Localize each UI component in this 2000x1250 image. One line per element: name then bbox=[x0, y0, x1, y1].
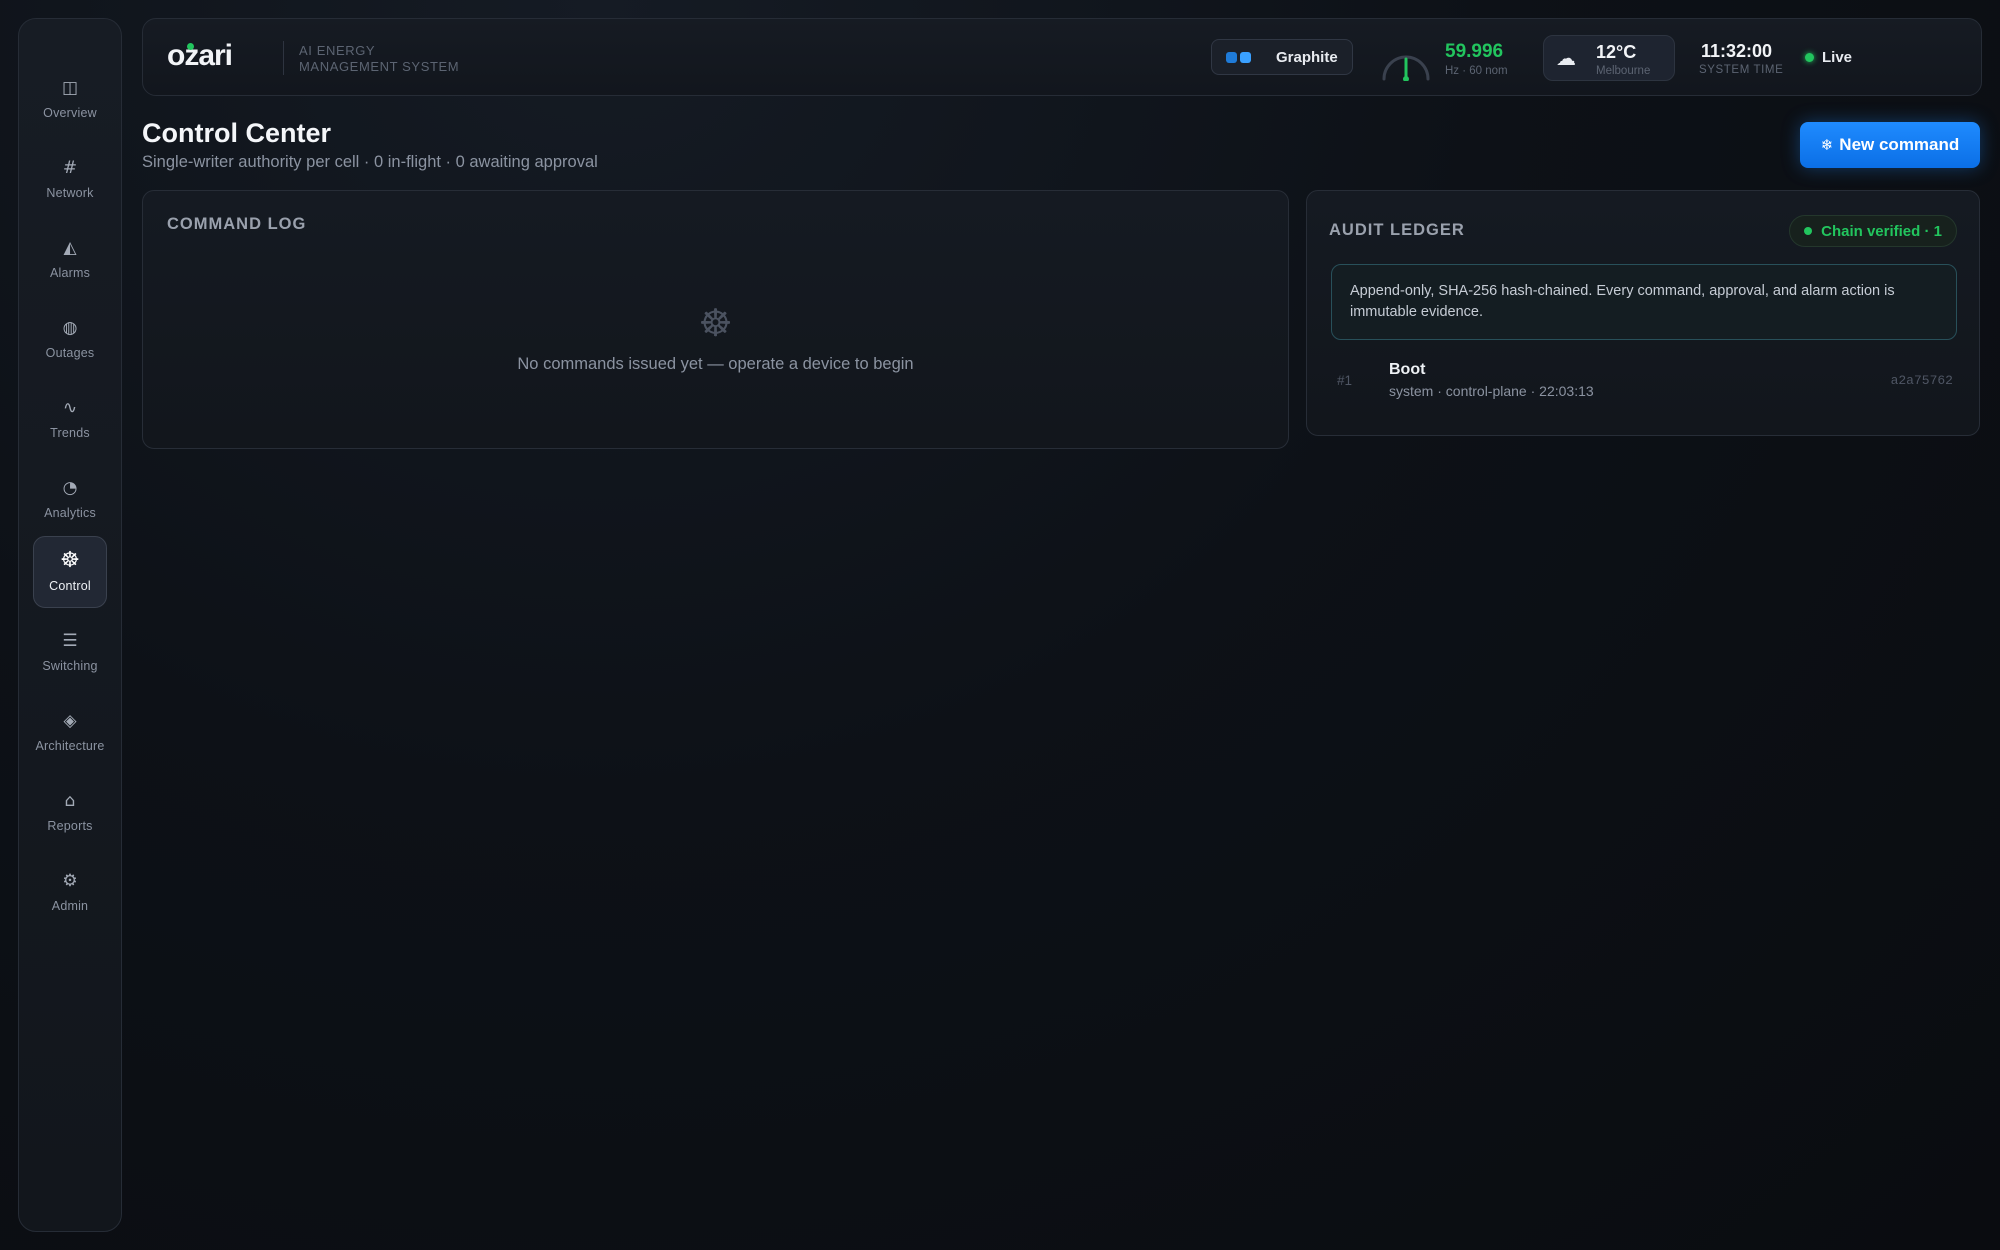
system-time-label: SYSTEM TIME bbox=[1699, 64, 1784, 76]
page-subtitle: Single-writer authority per cell · 0 in-… bbox=[142, 153, 598, 171]
ledger-meta: system · control-plane · 22:03:13 bbox=[1389, 383, 1594, 399]
system-time: 11:32:00 bbox=[1701, 41, 1773, 61]
command-log-title: COMMAND LOG bbox=[167, 215, 307, 233]
theme-label: Graphite bbox=[1276, 48, 1338, 66]
reports-icon: ⌂ bbox=[64, 791, 76, 811]
sidebar-item-label: Alarms bbox=[49, 266, 91, 280]
weather-temperature: 12°C bbox=[1596, 42, 1637, 62]
theme-swatch-icon bbox=[1226, 51, 1237, 63]
outage-icon: ◍ bbox=[62, 318, 78, 338]
new-command-label: New command bbox=[1839, 135, 1960, 154]
live-dot-icon bbox=[1805, 53, 1814, 62]
theme-swatch-icon bbox=[1240, 51, 1251, 63]
sidebar-item-overview[interactable]: ◫ Overview bbox=[33, 63, 107, 135]
sidebar-item-label: Control bbox=[49, 579, 91, 593]
app-logo[interactable]: ozari bbox=[167, 39, 233, 73]
sidebar-item-label: Analytics bbox=[44, 506, 96, 520]
overview-icon: ◫ bbox=[61, 78, 79, 98]
ledger-hash: a2a75762 bbox=[1890, 373, 1953, 388]
sidebar-item-switching[interactable]: ☰ Switching bbox=[33, 616, 107, 688]
sidebar-item-label: Overview bbox=[43, 106, 97, 120]
network-icon: # bbox=[62, 158, 78, 178]
sidebar-item-analytics[interactable]: ◔ Analytics bbox=[33, 463, 107, 535]
live-status: Live bbox=[1805, 49, 1852, 66]
chain-verified-badge[interactable]: Chain verified · 1 bbox=[1789, 215, 1957, 247]
new-command-button[interactable]: ❄ New command bbox=[1800, 122, 1980, 168]
audit-info-box: Append-only, SHA-256 hash-chained. Every… bbox=[1331, 264, 1957, 340]
command-log-panel: COMMAND LOG ☸ No commands issued yet — o… bbox=[142, 190, 1289, 449]
gear-icon: ⚙ bbox=[62, 871, 78, 891]
sidebar-item-label: Reports bbox=[47, 819, 93, 833]
theme-switcher[interactable]: Graphite bbox=[1211, 39, 1353, 75]
trends-icon: ∿ bbox=[62, 398, 78, 418]
sidebar-item-control[interactable]: ☸ Control bbox=[33, 536, 107, 608]
architecture-icon: ◈ bbox=[63, 711, 77, 731]
weather-city: Melbourne bbox=[1596, 65, 1651, 77]
sidebar-item-alarms[interactable]: ◭ Alarms bbox=[33, 223, 107, 295]
cloud-icon: ☁ bbox=[1556, 48, 1576, 70]
analytics-icon: ◔ bbox=[62, 478, 78, 498]
frequency-subtitle: Hz · 60 nom bbox=[1445, 65, 1508, 77]
tagline-line-2: MANAGEMENT SYSTEM bbox=[299, 59, 460, 74]
page-title: Control Center bbox=[142, 118, 331, 148]
helm-icon: ☸ bbox=[60, 548, 80, 573]
weather-widget[interactable]: ☁ 12°C Melbourne bbox=[1543, 35, 1675, 81]
ledger-index: #1 bbox=[1337, 373, 1353, 388]
sidebar: ◫ Overview # Network ◭ Alarms ◍ Outages … bbox=[18, 18, 122, 1232]
empty-state-text: No commands issued yet — operate a devic… bbox=[517, 355, 914, 373]
sidebar-item-admin[interactable]: ⚙ Admin bbox=[33, 856, 107, 928]
sidebar-item-label: Network bbox=[46, 186, 94, 200]
live-label: Live bbox=[1822, 49, 1853, 66]
sidebar-item-label: Trends bbox=[50, 426, 90, 440]
sidebar-item-label: Outages bbox=[45, 346, 95, 360]
sidebar-item-label: Architecture bbox=[35, 739, 105, 753]
ledger-name: Boot bbox=[1389, 361, 1426, 378]
sidebar-item-outages[interactable]: ◍ Outages bbox=[33, 303, 107, 375]
audit-ledger-title: AUDIT LEDGER bbox=[1329, 221, 1465, 239]
frequency-value: 59.996 bbox=[1445, 41, 1504, 62]
chain-verified-label: Chain verified · 1 bbox=[1821, 222, 1942, 240]
sidebar-item-architecture[interactable]: ◈ Architecture bbox=[33, 696, 107, 768]
snowflake-icon: ❄ bbox=[1820, 136, 1834, 154]
header-divider bbox=[283, 41, 284, 75]
ledger-row[interactable]: #1 Boot system · control-plane · 22:03:1… bbox=[1337, 361, 1953, 405]
audit-ledger-panel: AUDIT LEDGER Chain verified · 1 Append-o… bbox=[1306, 190, 1980, 436]
sidebar-item-label: Switching bbox=[42, 659, 98, 673]
alarm-icon: ◭ bbox=[63, 238, 77, 258]
helm-icon: ☸ bbox=[698, 301, 733, 345]
sidebar-item-reports[interactable]: ⌂ Reports bbox=[33, 776, 107, 848]
top-header: ozari AI ENERGY MANAGEMENT SYSTEM Graphi… bbox=[142, 18, 1982, 96]
app-tagline: AI ENERGY MANAGEMENT SYSTEM bbox=[299, 43, 459, 75]
switching-icon: ☰ bbox=[62, 631, 78, 651]
status-dot-icon bbox=[1804, 227, 1813, 235]
sidebar-item-label: Admin bbox=[51, 899, 89, 913]
logo-dot bbox=[187, 43, 194, 50]
frequency-gauge-icon bbox=[1382, 55, 1430, 81]
sidebar-item-network[interactable]: # Network bbox=[33, 143, 107, 215]
sidebar-item-trends[interactable]: ∿ Trends bbox=[33, 383, 107, 455]
tagline-line-1: AI ENERGY bbox=[299, 43, 376, 58]
